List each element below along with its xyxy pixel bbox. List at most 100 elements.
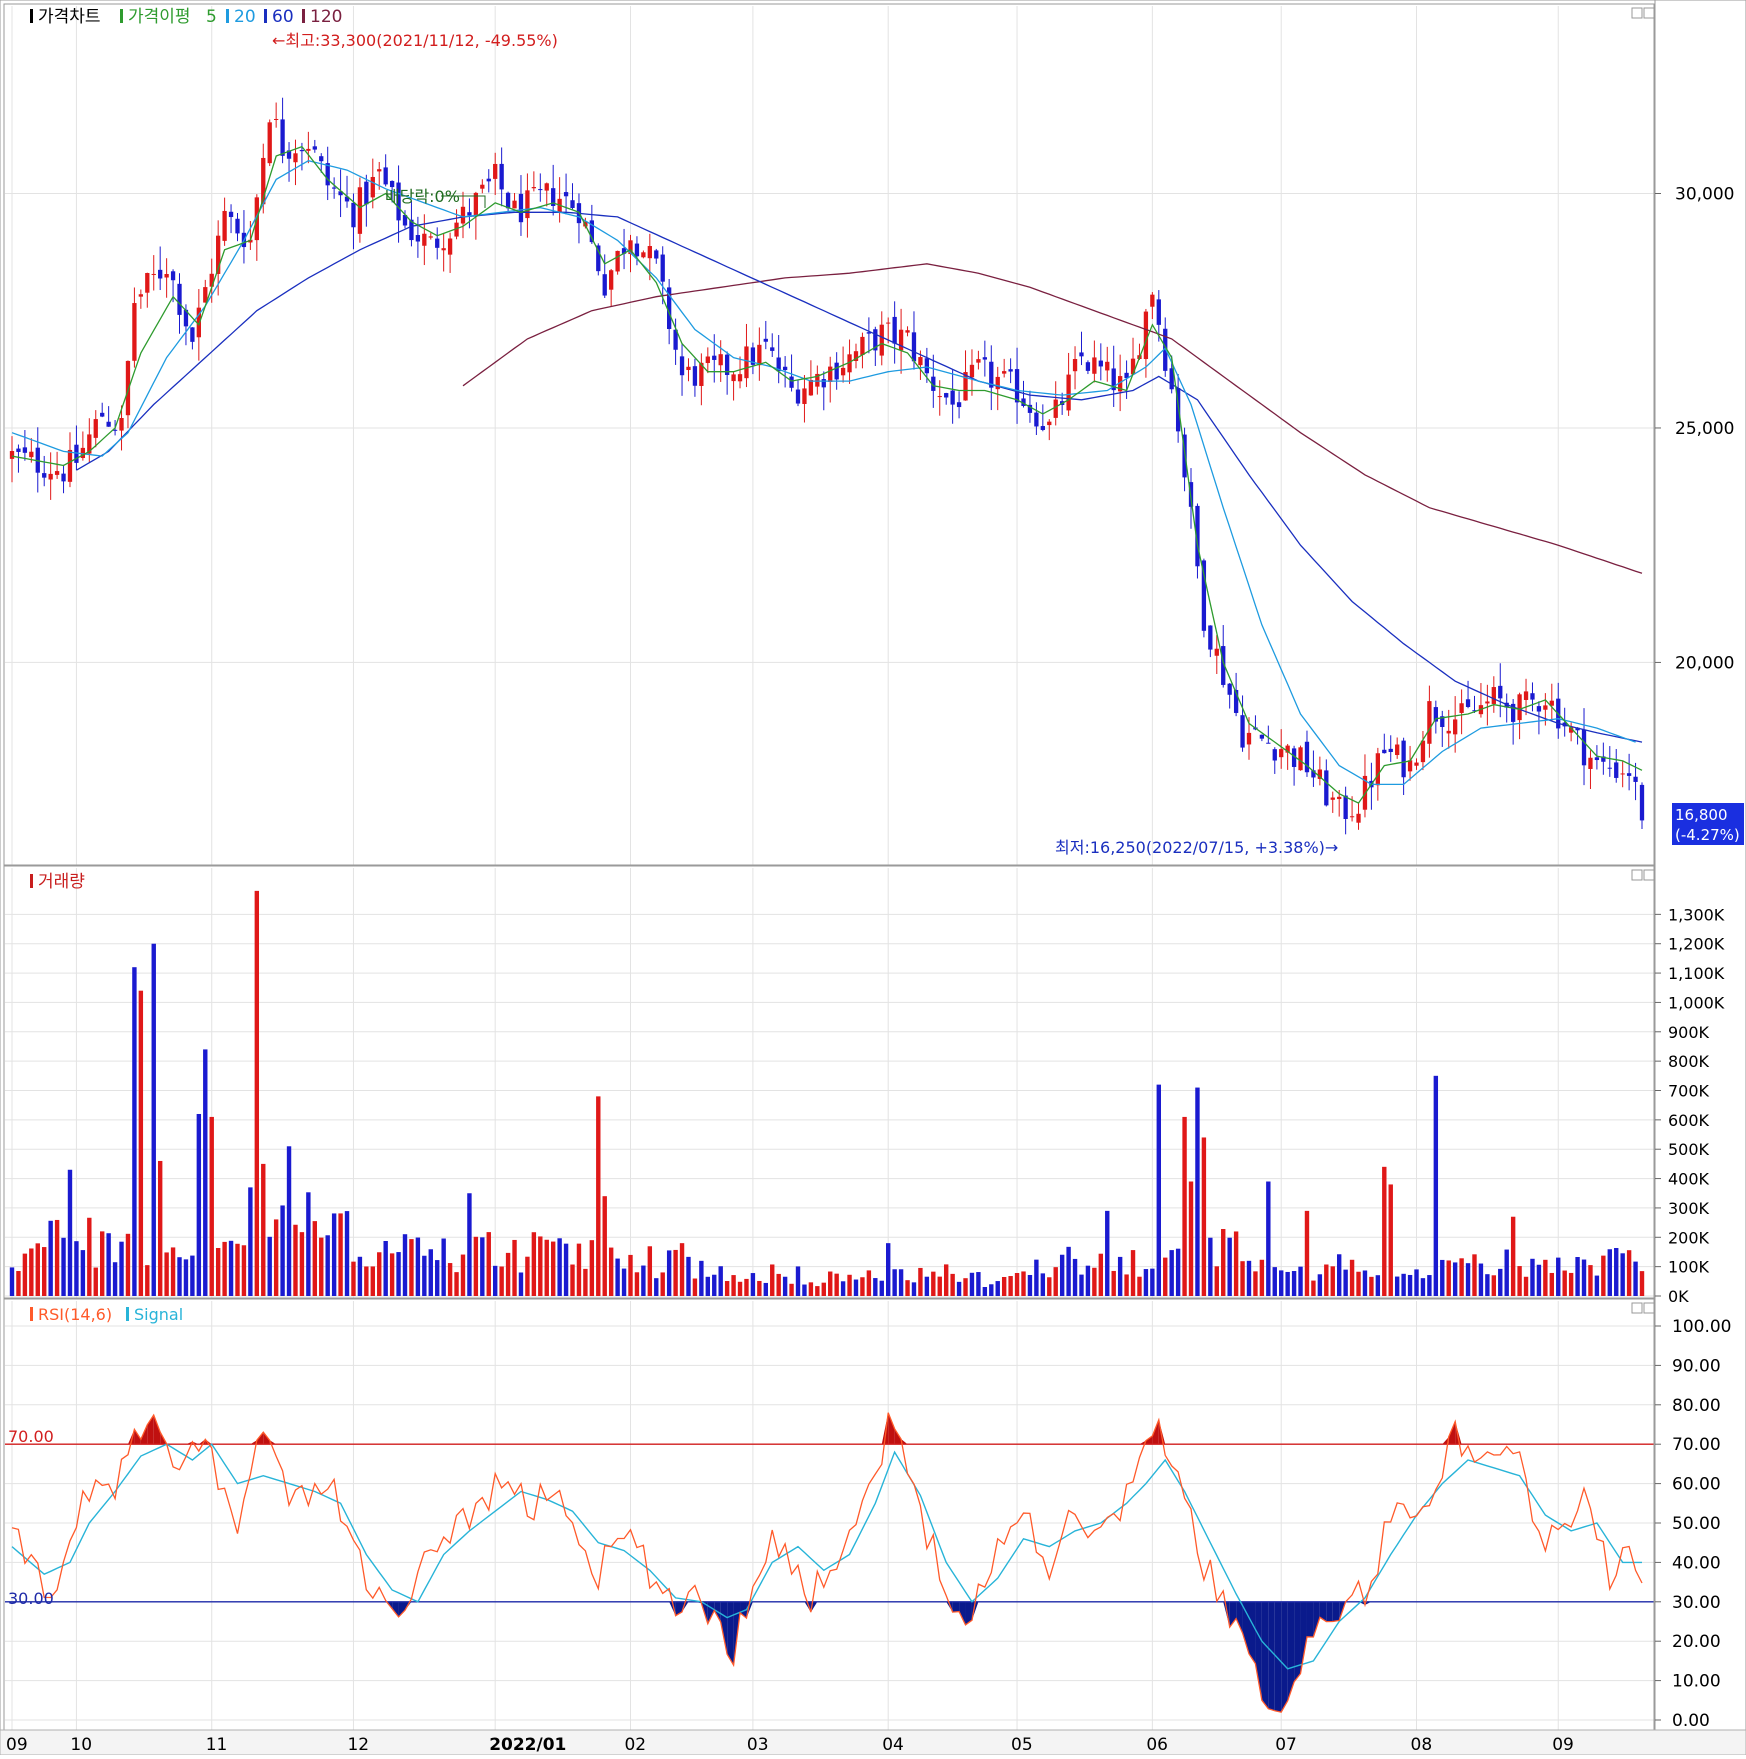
candle-body [119, 418, 123, 431]
volume-bar [1028, 1275, 1032, 1296]
volume-bar [615, 1259, 619, 1296]
candle-body [976, 359, 980, 363]
candle-body [274, 119, 278, 120]
volume-bar [1440, 1260, 1444, 1296]
candle-body [764, 339, 768, 342]
volume-bar [42, 1247, 46, 1296]
volume-bar [1266, 1182, 1270, 1296]
volume-bar [313, 1221, 317, 1296]
volume-bar [609, 1248, 613, 1296]
candle-body [332, 188, 336, 189]
volume-bar [364, 1266, 368, 1296]
candle-body [377, 169, 381, 171]
candle-body [1150, 295, 1154, 307]
volume-tick-label: 800K [1668, 1052, 1710, 1071]
candle-body [1105, 362, 1109, 371]
candle-body [422, 234, 426, 246]
candle-body [1273, 749, 1277, 760]
candle-body [16, 449, 20, 452]
volume-bar [1099, 1254, 1103, 1296]
candle-body [770, 347, 774, 351]
volume-bar [596, 1096, 600, 1296]
candle-body [744, 346, 748, 378]
volume-bar [55, 1220, 59, 1296]
candle-body [313, 146, 317, 149]
volume-bar [1021, 1271, 1025, 1296]
volume-bar [512, 1240, 516, 1296]
candle-body [603, 274, 607, 295]
candle-body [268, 122, 272, 163]
volume-bar [1459, 1258, 1463, 1296]
candle-body [712, 356, 716, 360]
candle-body [1466, 699, 1470, 707]
candle-body [983, 357, 987, 359]
volume-bar [480, 1237, 484, 1296]
volume-bar [751, 1273, 755, 1296]
legend-ma5: 5 [206, 7, 217, 27]
volume-bar [667, 1250, 671, 1296]
volume-bar [242, 1245, 246, 1296]
candle-body [545, 183, 549, 190]
volume-bar [210, 1117, 214, 1296]
candle-body [1099, 361, 1103, 367]
rsi-tick-label: 50.00 [1672, 1514, 1721, 1534]
candle-body [448, 238, 452, 254]
legend-marker [126, 1307, 129, 1321]
chart-svg: 091011122022/01020304050607080930,00025,… [0, 0, 1746, 1755]
volume-bar [1189, 1182, 1193, 1296]
rsi-tick-label: 80.00 [1672, 1396, 1721, 1416]
volume-bar [345, 1211, 349, 1296]
panel-control-icon [1644, 870, 1654, 880]
x-tick-label: 07 [1275, 1735, 1297, 1755]
volume-bar [706, 1277, 710, 1296]
candle-body [1588, 758, 1592, 769]
volume-bar [68, 1170, 72, 1296]
volume-bar [261, 1164, 265, 1296]
volume-bar [1066, 1247, 1070, 1296]
last-price-label: 16,800 [1675, 806, 1728, 824]
candle-body [145, 273, 149, 293]
volume-bar [1079, 1275, 1083, 1296]
volume-bar [74, 1241, 78, 1296]
volume-bar [158, 1161, 162, 1296]
volume-bar [905, 1280, 909, 1296]
volume-bar [699, 1261, 703, 1296]
volume-bar [590, 1240, 594, 1296]
volume-bar [1163, 1258, 1167, 1296]
volume-bar [106, 1233, 110, 1296]
candle-body [429, 236, 433, 237]
volume-bar [764, 1283, 768, 1296]
volume-bar [448, 1263, 452, 1296]
volume-bar [1453, 1262, 1457, 1296]
candle-body [757, 345, 761, 365]
volume-bar [1466, 1263, 1470, 1296]
candle-body [435, 239, 439, 248]
candle-body [532, 187, 536, 188]
candle-body [1395, 745, 1399, 756]
volume-bar [1369, 1277, 1373, 1296]
volume-bar [622, 1269, 626, 1296]
candle-body [280, 119, 284, 155]
volume-bar [841, 1281, 845, 1296]
volume-bar [738, 1282, 742, 1296]
volume-tick-label: 700K [1668, 1082, 1710, 1101]
legend-marker [264, 9, 267, 23]
volume-bar [1575, 1257, 1579, 1296]
volume-bar [1595, 1276, 1599, 1296]
volume-bar [197, 1114, 201, 1296]
candle-body [1453, 719, 1457, 734]
volume-bar [1324, 1265, 1328, 1296]
candle-body [783, 367, 787, 370]
volume-bar [564, 1244, 568, 1296]
panel-control-icon [1644, 1303, 1654, 1313]
rsi-tick-label: 90.00 [1672, 1356, 1721, 1376]
candle-body [171, 271, 175, 280]
volume-bar [467, 1193, 471, 1296]
volume-bar [306, 1192, 310, 1296]
candle-body [493, 164, 497, 179]
volume-bar [1086, 1266, 1090, 1296]
candle-body [1350, 816, 1354, 817]
volume-bar [989, 1284, 993, 1296]
volume-bar [783, 1277, 787, 1296]
volume-bar [332, 1213, 336, 1296]
